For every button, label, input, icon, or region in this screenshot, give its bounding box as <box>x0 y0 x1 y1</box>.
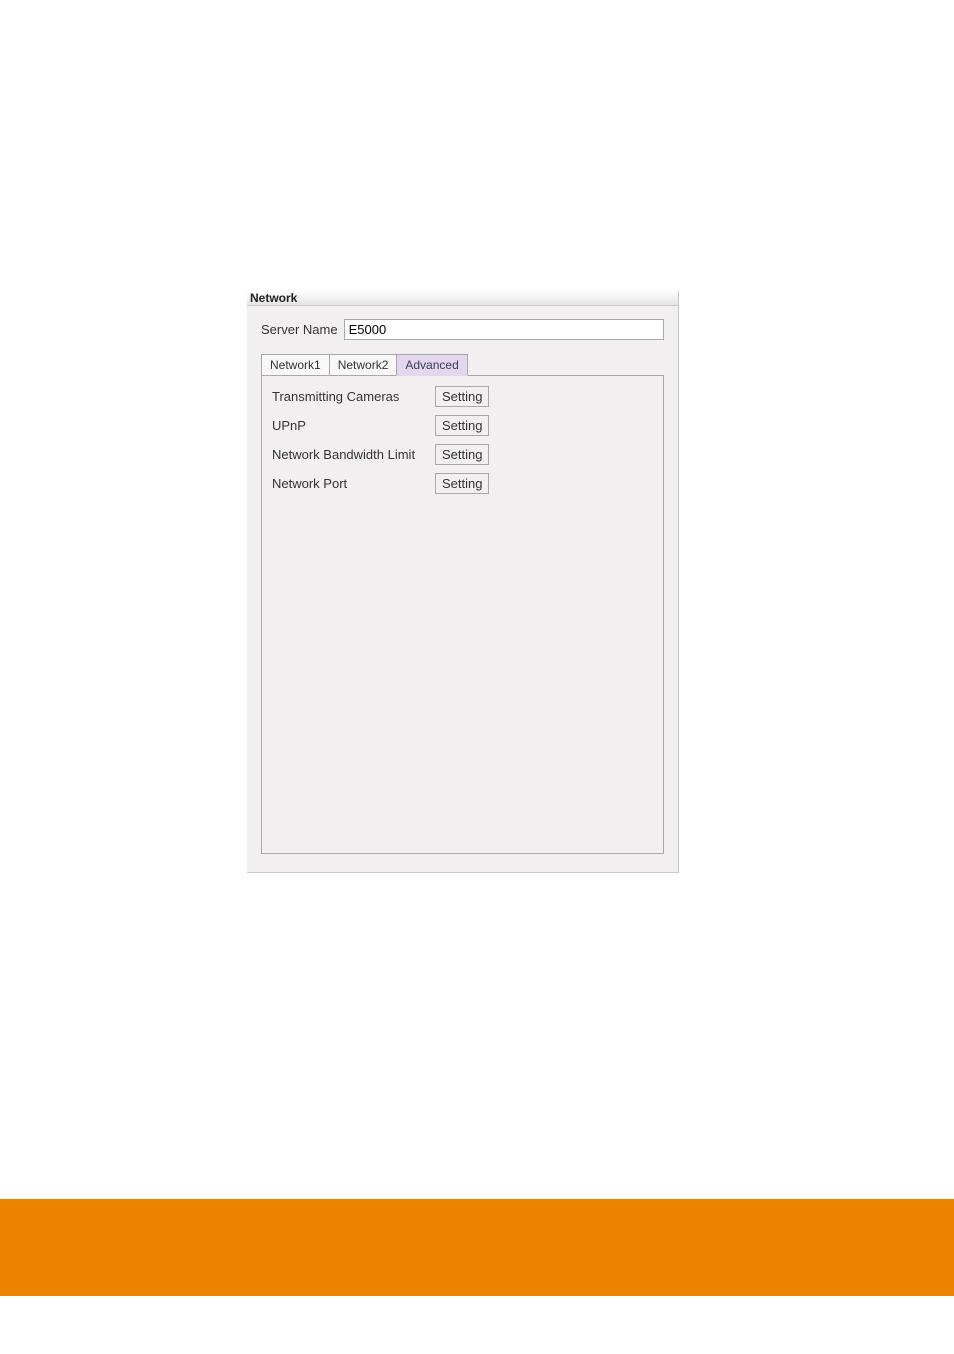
setting-button-upnp[interactable]: Setting <box>435 415 489 436</box>
panel-body: Server Name Network1 Network2 Advanced T… <box>247 306 678 872</box>
setting-button-network-port[interactable]: Setting <box>435 473 489 494</box>
row-upnp: UPnP Setting <box>272 415 653 436</box>
row-transmitting-cameras: Transmitting Cameras Setting <box>272 386 653 407</box>
label-transmitting-cameras: Transmitting Cameras <box>272 389 435 404</box>
setting-button-transmitting-cameras[interactable]: Setting <box>435 386 489 407</box>
server-name-label: Server Name <box>261 322 338 337</box>
row-network-port: Network Port Setting <box>272 473 653 494</box>
server-name-row: Server Name <box>261 319 664 340</box>
tab-network2[interactable]: Network2 <box>329 354 398 375</box>
server-name-input[interactable] <box>344 319 664 340</box>
label-upnp: UPnP <box>272 418 435 433</box>
tab-advanced[interactable]: Advanced <box>396 354 467 376</box>
tab-strip: Network1 Network2 Advanced <box>261 354 664 375</box>
row-bandwidth-limit: Network Bandwidth Limit Setting <box>272 444 653 465</box>
network-panel: Network Server Name Network1 Network2 Ad… <box>247 291 679 873</box>
label-network-port: Network Port <box>272 476 435 491</box>
panel-title: Network <box>250 291 297 305</box>
panel-title-bar: Network <box>247 291 678 306</box>
footer-bar <box>0 1199 954 1296</box>
tab-content-advanced: Transmitting Cameras Setting UPnP Settin… <box>261 375 664 854</box>
label-bandwidth-limit: Network Bandwidth Limit <box>272 447 435 462</box>
setting-button-bandwidth-limit[interactable]: Setting <box>435 444 489 465</box>
tab-network1[interactable]: Network1 <box>261 354 330 375</box>
